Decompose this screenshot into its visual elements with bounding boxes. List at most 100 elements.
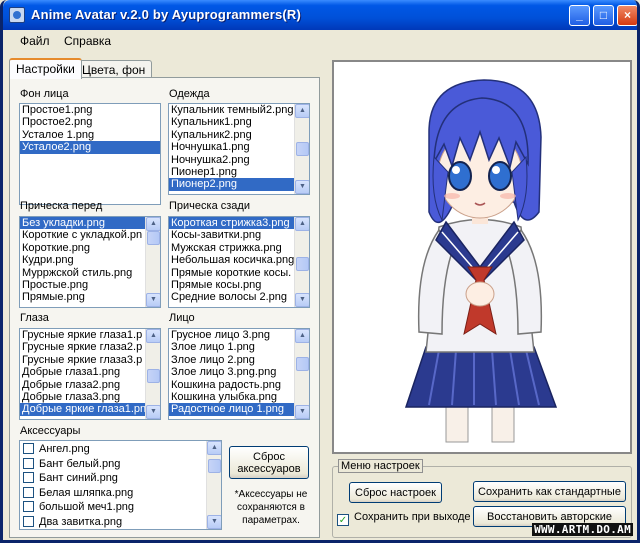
hair-front-list[interactable]: Без укладки.png Короткие с укладкой.pn Кор… (19, 216, 161, 308)
list-item[interactable]: Кошкина радость.png (169, 379, 294, 391)
checkbox-icon[interactable] (23, 472, 34, 483)
scroll-thumb[interactable] (147, 231, 160, 245)
scroll-thumb[interactable] (296, 257, 309, 271)
list-item[interactable]: Мужская стрижка.png (169, 242, 294, 254)
list-item[interactable]: Простые.png (20, 279, 145, 291)
list-item[interactable]: Добрые глаза1.png (20, 366, 145, 378)
list-item[interactable]: Купальник темный2.png (169, 104, 294, 116)
checkbox-icon[interactable] (23, 457, 34, 469)
scroll-down-icon[interactable]: ▼ (146, 293, 160, 307)
accessory-item[interactable]: Бант белый.png (20, 457, 206, 472)
list-item[interactable]: Злое лицо 1.png (169, 341, 294, 353)
vertical-scrollbar[interactable]: ▲ ▼ (206, 441, 221, 529)
accessory-item[interactable]: Бант синий.png (20, 471, 206, 486)
list-item[interactable]: Короткие.png (20, 242, 145, 254)
hair-back-label: Прическа сзади (169, 200, 250, 212)
vertical-scrollbar[interactable]: ▲ ▼ (294, 217, 309, 307)
list-item[interactable]: Усталое2.png (20, 141, 160, 154)
scroll-down-icon[interactable]: ▼ (295, 405, 309, 419)
list-item[interactable]: Радостное лицо 1.png (169, 403, 294, 416)
accessories-label: Аксессуары (20, 425, 81, 437)
list-item[interactable]: Усталое 1.png (20, 129, 160, 141)
scroll-thumb[interactable] (296, 142, 309, 156)
list-item[interactable]: Мурржской стиль.png (20, 267, 145, 279)
list-item[interactable]: Купальник2.png (169, 129, 294, 141)
list-item[interactable]: Ночнушка2.png (169, 154, 294, 166)
list-item[interactable]: Злое лицо 3.png.png (169, 366, 294, 378)
scroll-thumb[interactable] (296, 357, 309, 371)
save-default-button[interactable]: Сохранить как стандартные (473, 481, 626, 502)
close-button[interactable]: × (617, 5, 637, 26)
checkbox-icon[interactable] (23, 486, 34, 498)
scroll-up-icon[interactable]: ▲ (146, 329, 160, 343)
checkbox-icon[interactable] (23, 501, 34, 512)
accessory-item[interactable]: большой меч1.png (20, 500, 206, 515)
list-item[interactable]: Кудри.png (20, 254, 145, 266)
list-item[interactable]: Ночнушка1.png (169, 141, 294, 153)
list-item[interactable]: Косы-завитки.png (169, 229, 294, 241)
tab-settings[interactable]: Настройки (9, 58, 82, 79)
menu-bar: Файл Справка (3, 30, 637, 52)
accessory-item[interactable]: Белая шляпка.png (20, 486, 206, 501)
accessory-item[interactable]: Ангел.png (20, 442, 206, 457)
list-item[interactable]: Прямые.png (20, 291, 145, 303)
site-watermark: WWW.ARTM.DO.AM (532, 523, 633, 536)
list-item[interactable]: Небольшая косичка.png (169, 254, 294, 266)
scroll-up-icon[interactable]: ▲ (295, 104, 309, 118)
scroll-down-icon[interactable]: ▼ (295, 180, 309, 194)
face-bg-list[interactable]: Простое1.png Простое2.png Усталое 1.png Уст… (19, 103, 161, 205)
clothes-list[interactable]: Купальник темный2.png Купальник1.png Купал… (168, 103, 310, 195)
accessories-list[interactable]: Ангел.png Бант белый.png Бант синий.png Бел… (19, 440, 222, 530)
vertical-scrollbar[interactable]: ▲ ▼ (145, 329, 160, 419)
maximize-button[interactable]: □ (593, 5, 614, 26)
list-item[interactable]: Простое2.png (20, 116, 160, 128)
scroll-down-icon[interactable]: ▼ (146, 405, 160, 419)
list-item[interactable]: Грусные яркие глаза2.p (20, 341, 145, 353)
list-item[interactable]: Пионер1.png (169, 166, 294, 178)
checkbox-icon[interactable] (23, 515, 34, 527)
face-list[interactable]: Грусное лицо 3.png Злое лицо 1.png Злое ли… (168, 328, 310, 420)
menu-help[interactable]: Справка (64, 34, 111, 48)
save-on-exit-checkbox[interactable]: ✓ Сохранить при выходе (337, 511, 471, 526)
list-item[interactable]: Средние волосы 2.png (169, 291, 294, 303)
scroll-thumb[interactable] (147, 369, 160, 383)
vertical-scrollbar[interactable]: ▲ ▼ (294, 104, 309, 194)
list-item[interactable]: Прямые косы.png (169, 279, 294, 291)
list-item[interactable]: Кошкина улыбка.png (169, 391, 294, 403)
list-item[interactable]: Грусное лицо 3.png (169, 329, 294, 341)
list-item[interactable]: Без укладки.png (20, 217, 145, 230)
list-item[interactable]: Пионер2.png (169, 178, 294, 191)
scroll-up-icon[interactable]: ▲ (146, 217, 160, 231)
accessory-item[interactable]: Два завитка.png (20, 515, 206, 530)
menu-file[interactable]: Файл (20, 34, 50, 48)
vertical-scrollbar[interactable]: ▲ ▼ (294, 329, 309, 419)
list-item[interactable]: Простое1.png (20, 104, 160, 116)
title-bar[interactable]: Anime Avatar v.2.0 by Ayuprogrammers(R) … (3, 0, 637, 30)
hair-back-list[interactable]: Короткая стрижка3.png Косы-завитки.png Муж… (168, 216, 310, 308)
scroll-up-icon[interactable]: ▲ (295, 329, 309, 343)
list-item[interactable]: Купальник1.png (169, 116, 294, 128)
list-item[interactable]: Добрые яркие глаза1.pn (20, 403, 145, 416)
list-item[interactable]: Грусные яркие глаза3.p (20, 354, 145, 366)
checkbox-icon[interactable] (23, 443, 34, 454)
vertical-scrollbar[interactable]: ▲ ▼ (145, 217, 160, 307)
reset-accessories-button[interactable]: Сброс аксессуаров (229, 446, 309, 479)
eyes-list[interactable]: Грусные яркие глаза1.p Грусные яркие глаз… (19, 328, 161, 420)
list-item[interactable]: Добрые глаза2.png (20, 379, 145, 391)
tab-colors-background[interactable]: Цвета, фон (75, 60, 153, 78)
list-item[interactable]: Добрые глаза3.png (20, 391, 145, 403)
scroll-down-icon[interactable]: ▼ (295, 293, 309, 307)
list-item[interactable]: Прямые короткие косы. (169, 267, 294, 279)
scroll-up-icon[interactable]: ▲ (207, 441, 221, 455)
minimize-button[interactable]: _ (569, 5, 590, 26)
scroll-up-icon[interactable]: ▲ (295, 217, 309, 231)
save-on-exit-label: Сохранить при выходе (354, 511, 471, 523)
list-item[interactable]: Короткие с укладкой.pn (20, 229, 145, 241)
list-item[interactable]: Грусные яркие глаза1.p (20, 329, 145, 341)
list-item[interactable]: Злое лицо 2.png (169, 354, 294, 366)
reset-settings-button[interactable]: Сброс настроек (349, 482, 442, 503)
list-item[interactable]: Короткая стрижка3.png (169, 217, 294, 230)
scroll-down-icon[interactable]: ▼ (207, 515, 221, 529)
scroll-thumb[interactable] (208, 459, 221, 473)
hair-front-label: Прическа перед (20, 200, 103, 212)
